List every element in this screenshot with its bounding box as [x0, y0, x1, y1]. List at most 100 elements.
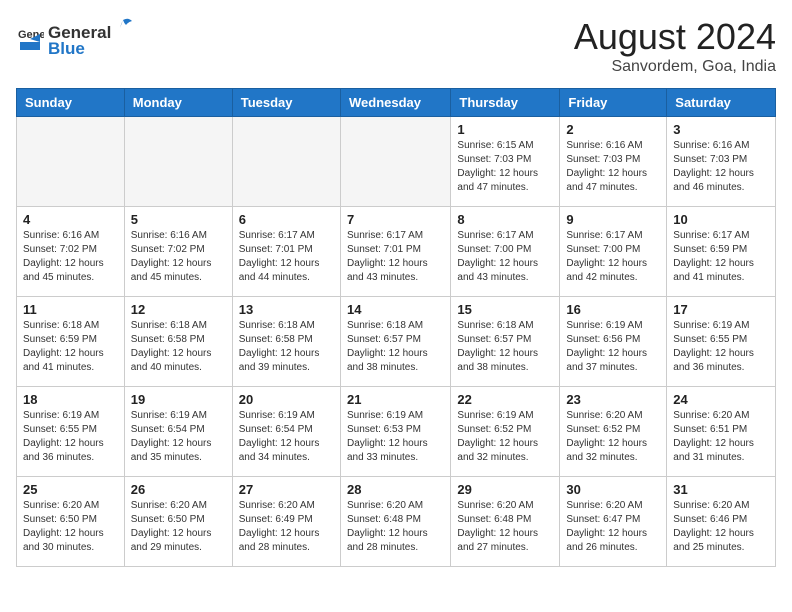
calendar-cell: 28Sunrise: 6:20 AM Sunset: 6:48 PM Dayli…: [340, 477, 450, 567]
calendar-cell: 19Sunrise: 6:19 AM Sunset: 6:54 PM Dayli…: [124, 387, 232, 477]
weekday-header-wednesday: Wednesday: [340, 89, 450, 117]
calendar-cell: 6 Sunrise: 6:17 AM Sunset: 7:01 PM Daylig…: [232, 207, 340, 297]
calendar-cell: 4 Sunrise: 6:16 AM Sunset: 7:02 PM Daylig…: [17, 207, 125, 297]
day-info: Sunrise: 6:18 AM Sunset: 6:58 PM Dayligh…: [239, 319, 334, 375]
weekday-header-tuesday: Tuesday: [232, 89, 340, 117]
day-number: 17: [673, 302, 769, 317]
day-info: Sunrise: 6:16 AM Sunset: 7:02 PM Dayligh…: [23, 229, 118, 285]
logo-text: General Blue: [48, 16, 135, 59]
calendar-cell: 25 Sunrise: 6:20 AM Sunset: 6:50 PM Dayli…: [17, 477, 125, 567]
day-number: 31: [673, 482, 769, 497]
page-header: General General Blue August 2024 Sanvord…: [16, 16, 776, 76]
calendar-cell: 30 Sunrise: 6:20 AM Sunset: 6:47 PM Dayli…: [560, 477, 667, 567]
day-info: Sunrise: 6:19 AM Sunset: 6:55 PM Dayligh…: [673, 319, 769, 375]
calendar-cell: 13Sunrise: 6:18 AM Sunset: 6:58 PM Dayli…: [232, 297, 340, 387]
day-number: 10: [673, 212, 769, 227]
calendar-cell: 11Sunrise: 6:18 AM Sunset: 6:59 PM Dayli…: [17, 297, 125, 387]
location-subtitle: Sanvordem, Goa, India: [574, 58, 776, 76]
day-info: Sunrise: 6:16 AM Sunset: 7:02 PM Dayligh…: [131, 229, 226, 285]
calendar-cell: [124, 117, 232, 207]
day-info: Sunrise: 6:20 AM Sunset: 6:50 PM Dayligh…: [131, 499, 226, 555]
day-info: Sunrise: 6:20 AM Sunset: 6:50 PM Dayligh…: [23, 499, 118, 555]
calendar-cell: 14Sunrise: 6:18 AM Sunset: 6:57 PM Dayli…: [340, 297, 450, 387]
day-info: Sunrise: 6:17 AM Sunset: 7:01 PM Dayligh…: [347, 229, 444, 285]
calendar-cell: [232, 117, 340, 207]
weekday-header-friday: Friday: [560, 89, 667, 117]
day-number: 9: [566, 212, 660, 227]
day-number: 8: [457, 212, 553, 227]
day-info: Sunrise: 6:20 AM Sunset: 6:49 PM Dayligh…: [239, 499, 334, 555]
day-number: 16: [566, 302, 660, 317]
day-info: Sunrise: 6:20 AM Sunset: 6:48 PM Dayligh…: [347, 499, 444, 555]
day-number: 6: [239, 212, 334, 227]
day-info: Sunrise: 6:19 AM Sunset: 6:52 PM Dayligh…: [457, 409, 553, 465]
day-info: Sunrise: 6:16 AM Sunset: 7:03 PM Dayligh…: [566, 139, 660, 195]
day-info: Sunrise: 6:16 AM Sunset: 7:03 PM Dayligh…: [673, 139, 769, 195]
calendar-cell: 10Sunrise: 6:17 AM Sunset: 6:59 PM Dayli…: [667, 207, 776, 297]
day-number: 24: [673, 392, 769, 407]
day-info: Sunrise: 6:17 AM Sunset: 7:00 PM Dayligh…: [566, 229, 660, 285]
day-info: Sunrise: 6:15 AM Sunset: 7:03 PM Dayligh…: [457, 139, 553, 195]
calendar-cell: 8Sunrise: 6:17 AM Sunset: 7:00 PM Daylig…: [451, 207, 560, 297]
day-info: Sunrise: 6:20 AM Sunset: 6:51 PM Dayligh…: [673, 409, 769, 465]
day-info: Sunrise: 6:20 AM Sunset: 6:48 PM Dayligh…: [457, 499, 553, 555]
calendar-cell: 29 Sunrise: 6:20 AM Sunset: 6:48 PM Dayli…: [451, 477, 560, 567]
calendar-cell: 22 Sunrise: 6:19 AM Sunset: 6:52 PM Dayli…: [451, 387, 560, 477]
weekday-header-thursday: Thursday: [451, 89, 560, 117]
day-number: 27: [239, 482, 334, 497]
day-info: Sunrise: 6:18 AM Sunset: 6:59 PM Dayligh…: [23, 319, 118, 375]
day-info: Sunrise: 6:19 AM Sunset: 6:53 PM Dayligh…: [347, 409, 444, 465]
calendar-cell: 17 Sunrise: 6:19 AM Sunset: 6:55 PM Dayli…: [667, 297, 776, 387]
day-number: 20: [239, 392, 334, 407]
logo-icon: General: [16, 24, 44, 52]
day-info: Sunrise: 6:19 AM Sunset: 6:55 PM Dayligh…: [23, 409, 118, 465]
day-number: 18: [23, 392, 118, 407]
calendar-cell: 20 Sunrise: 6:19 AM Sunset: 6:54 PM Dayli…: [232, 387, 340, 477]
day-number: 5: [131, 212, 226, 227]
day-number: 30: [566, 482, 660, 497]
day-number: 12: [131, 302, 226, 317]
calendar-cell: 5 Sunrise: 6:16 AM Sunset: 7:02 PM Daylig…: [124, 207, 232, 297]
calendar-cell: 18 Sunrise: 6:19 AM Sunset: 6:55 PM Dayli…: [17, 387, 125, 477]
calendar-week-row: 1Sunrise: 6:15 AM Sunset: 7:03 PM Daylig…: [17, 117, 776, 207]
day-info: Sunrise: 6:19 AM Sunset: 6:54 PM Dayligh…: [131, 409, 226, 465]
calendar-cell: 21 Sunrise: 6:19 AM Sunset: 6:53 PM Dayli…: [340, 387, 450, 477]
day-number: 7: [347, 212, 444, 227]
calendar-cell: 9 Sunrise: 6:17 AM Sunset: 7:00 PM Daylig…: [560, 207, 667, 297]
day-info: Sunrise: 6:17 AM Sunset: 7:01 PM Dayligh…: [239, 229, 334, 285]
calendar-week-row: 4 Sunrise: 6:16 AM Sunset: 7:02 PM Daylig…: [17, 207, 776, 297]
day-info: Sunrise: 6:18 AM Sunset: 6:58 PM Dayligh…: [131, 319, 226, 375]
calendar-cell: 1Sunrise: 6:15 AM Sunset: 7:03 PM Daylig…: [451, 117, 560, 207]
day-number: 2: [566, 122, 660, 137]
logo-bird-icon: [112, 16, 134, 38]
day-info: Sunrise: 6:19 AM Sunset: 6:54 PM Dayligh…: [239, 409, 334, 465]
calendar-cell: 7 Sunrise: 6:17 AM Sunset: 7:01 PM Daylig…: [340, 207, 450, 297]
weekday-header-monday: Monday: [124, 89, 232, 117]
calendar-cell: 23Sunrise: 6:20 AM Sunset: 6:52 PM Dayli…: [560, 387, 667, 477]
title-block: August 2024 Sanvordem, Goa, India: [574, 16, 776, 76]
day-number: 4: [23, 212, 118, 227]
day-info: Sunrise: 6:20 AM Sunset: 6:52 PM Dayligh…: [566, 409, 660, 465]
calendar-week-row: 18 Sunrise: 6:19 AM Sunset: 6:55 PM Dayli…: [17, 387, 776, 477]
logo: General General Blue: [16, 16, 135, 59]
day-number: 26: [131, 482, 226, 497]
month-year-title: August 2024: [574, 16, 776, 58]
day-number: 14: [347, 302, 444, 317]
weekday-header-saturday: Saturday: [667, 89, 776, 117]
weekday-header-row: SundayMondayTuesdayWednesdayThursdayFrid…: [17, 89, 776, 117]
calendar-cell: 26 Sunrise: 6:20 AM Sunset: 6:50 PM Dayli…: [124, 477, 232, 567]
calendar-cell: 27 Sunrise: 6:20 AM Sunset: 6:49 PM Dayli…: [232, 477, 340, 567]
day-number: 21: [347, 392, 444, 407]
day-number: 29: [457, 482, 553, 497]
calendar-week-row: 11Sunrise: 6:18 AM Sunset: 6:59 PM Dayli…: [17, 297, 776, 387]
day-info: Sunrise: 6:19 AM Sunset: 6:56 PM Dayligh…: [566, 319, 660, 375]
calendar-cell: 2 Sunrise: 6:16 AM Sunset: 7:03 PM Daylig…: [560, 117, 667, 207]
day-info: Sunrise: 6:18 AM Sunset: 6:57 PM Dayligh…: [457, 319, 553, 375]
calendar-week-row: 25 Sunrise: 6:20 AM Sunset: 6:50 PM Dayli…: [17, 477, 776, 567]
calendar-cell: [340, 117, 450, 207]
day-number: 22: [457, 392, 553, 407]
calendar-table: SundayMondayTuesdayWednesdayThursdayFrid…: [16, 88, 776, 567]
day-info: Sunrise: 6:20 AM Sunset: 6:47 PM Dayligh…: [566, 499, 660, 555]
day-number: 25: [23, 482, 118, 497]
weekday-header-sunday: Sunday: [17, 89, 125, 117]
